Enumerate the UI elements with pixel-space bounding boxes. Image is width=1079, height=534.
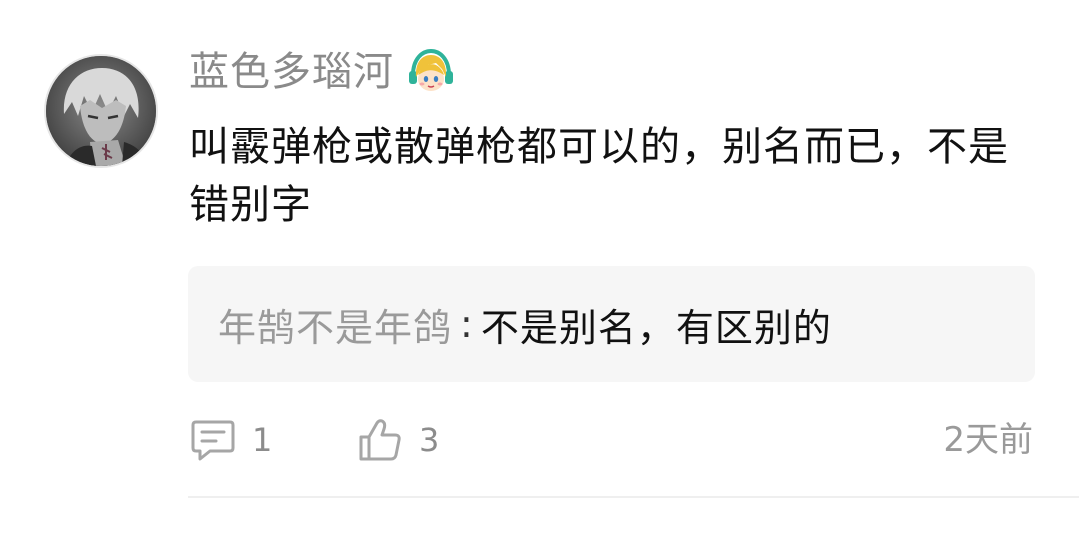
timestamp: 2天前 — [943, 420, 1033, 460]
avatar-image — [46, 56, 156, 166]
reply-text: 不是别名，有区别的 — [480, 305, 832, 350]
like-count: 3 — [419, 421, 440, 459]
cartoon-girl-badge-icon — [409, 48, 453, 91]
avatar[interactable] — [46, 56, 156, 166]
reply-author[interactable]: 年鹄不是年鸽 — [218, 297, 452, 352]
comment-icon — [191, 420, 235, 461]
reply-button[interactable]: 1 — [190, 414, 272, 466]
reply-count: 1 — [252, 421, 273, 459]
thumbs-up-icon — [359, 419, 401, 461]
divider — [188, 496, 1079, 498]
username-row: 蓝色多瑙河 — [189, 46, 456, 98]
comment-text: 叫霰弹枪或散弹枪都可以的，别名而已，不是错别字 — [189, 124, 1009, 228]
reply-preview[interactable]: 年鹄不是年鸽 : 不是别名，有区别的 — [188, 266, 1035, 382]
reply-separator: : — [460, 302, 473, 346]
reply-line: 年鹄不是年鸽 : 不是别名，有区别的 — [218, 266, 832, 382]
username[interactable]: 蓝色多瑙河 — [189, 46, 394, 98]
like-button[interactable]: 3 — [357, 414, 439, 466]
